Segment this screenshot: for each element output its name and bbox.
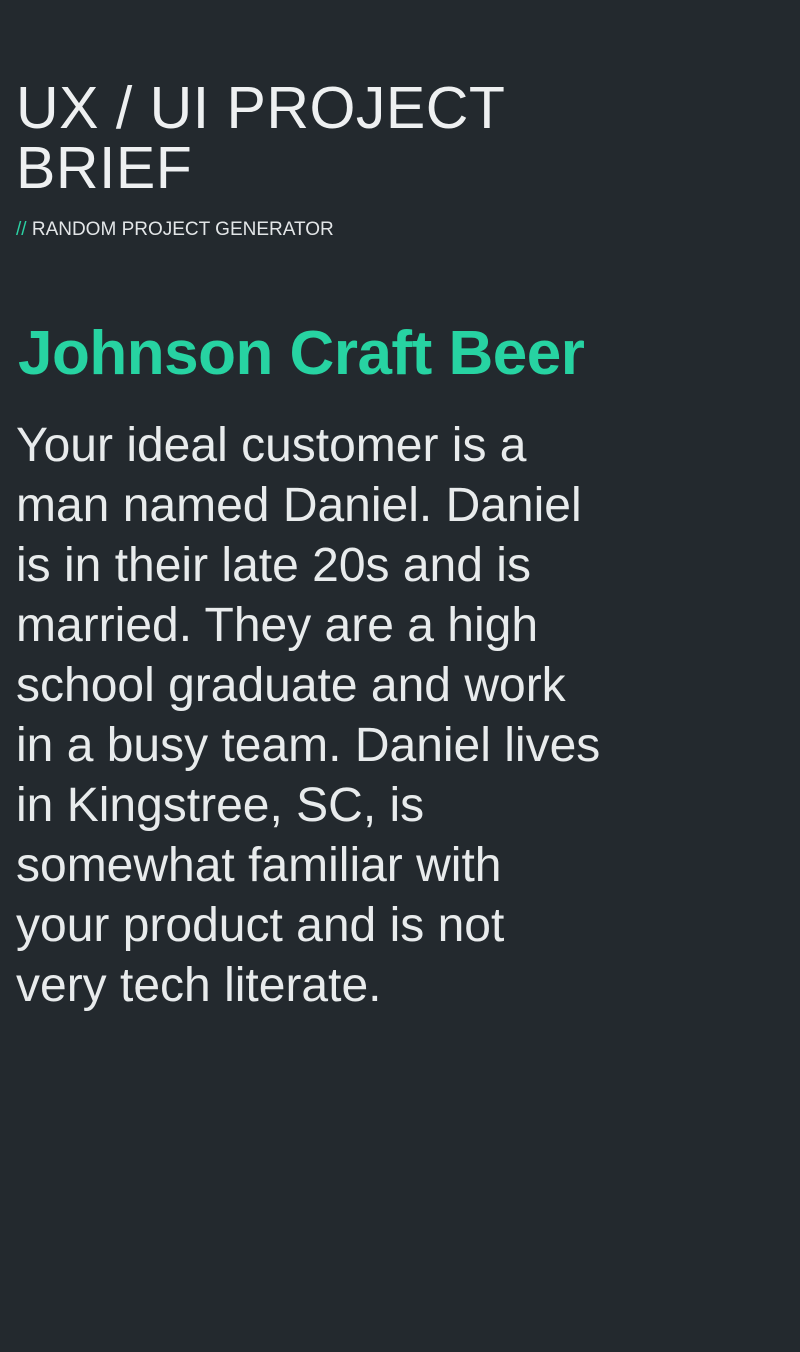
subtitle-slashes: //	[16, 219, 27, 240]
subtitle-text: RANDOM PROJECT GENERATOR	[31, 219, 334, 240]
page-subtitle: // RANDOM PROJECT GENERATOR	[16, 218, 334, 242]
project-brief-text: Your ideal customer is a man named Danie…	[16, 419, 601, 1012]
project-name: Johnson Craft Beer	[18, 319, 585, 388]
page-title: UX / UI PROJECT BRIEF	[16, 75, 505, 201]
